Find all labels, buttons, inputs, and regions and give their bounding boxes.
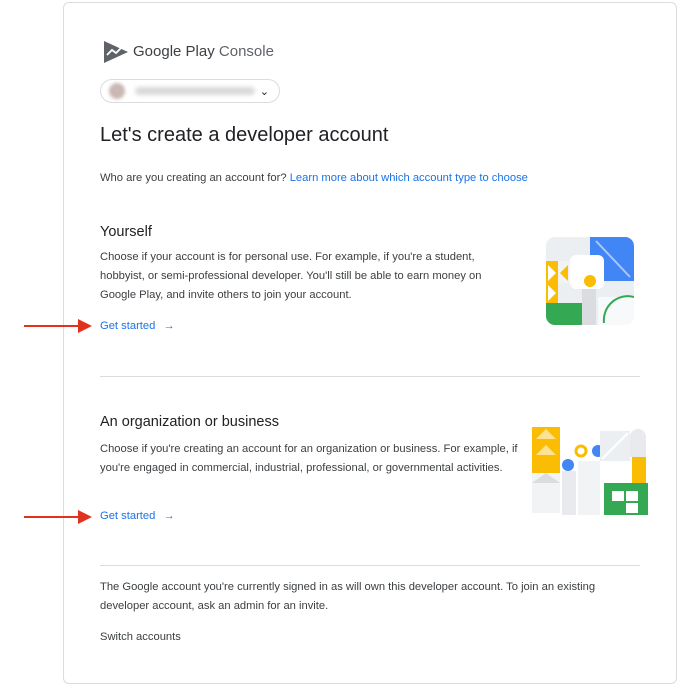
- learn-more-link[interactable]: Learn more about which account type to c…: [290, 172, 528, 184]
- option-organization-heading: An organization or business: [100, 414, 279, 430]
- arrow-right-icon: →: [163, 320, 175, 332]
- get-started-organization-link[interactable]: Get started →: [100, 510, 175, 522]
- play-console-logo-icon: [104, 41, 128, 63]
- organization-illustration-icon: [532, 427, 648, 515]
- ownership-note: The Google account you're currently sign…: [100, 581, 596, 612]
- subtitle-text: Who are you creating an account for?: [100, 172, 287, 184]
- page-title: Let's create a developer account: [100, 124, 389, 146]
- option-organization-description: Choose if you're creating an account for…: [100, 443, 518, 474]
- brand-name-strong: Google Play: [133, 43, 215, 60]
- brand-name: Google Play Console: [133, 43, 274, 60]
- brand-name-light: Console: [218, 43, 274, 60]
- get-started-label: Get started: [100, 320, 156, 332]
- section-divider: [100, 376, 640, 377]
- page-subtitle: Who are you creating an account for? Lea…: [100, 172, 528, 184]
- section-divider: [100, 565, 640, 566]
- account-selector[interactable]: ⌄: [100, 79, 280, 103]
- personal-illustration-icon: [546, 237, 634, 325]
- account-email-redacted: [135, 87, 255, 95]
- annotation-arrow-icon: [24, 510, 92, 524]
- chevron-down-icon: ⌄: [259, 85, 269, 98]
- annotation-arrow-icon: [24, 319, 92, 333]
- switch-accounts-link[interactable]: Switch accounts: [100, 631, 181, 643]
- arrow-right-icon: →: [163, 510, 175, 522]
- option-yourself-description: Choose if your account is for personal u…: [100, 251, 482, 301]
- get-started-label: Get started: [100, 510, 156, 522]
- option-yourself-heading: Yourself: [100, 224, 152, 240]
- avatar: [109, 83, 125, 99]
- get-started-yourself-link[interactable]: Get started →: [100, 320, 175, 332]
